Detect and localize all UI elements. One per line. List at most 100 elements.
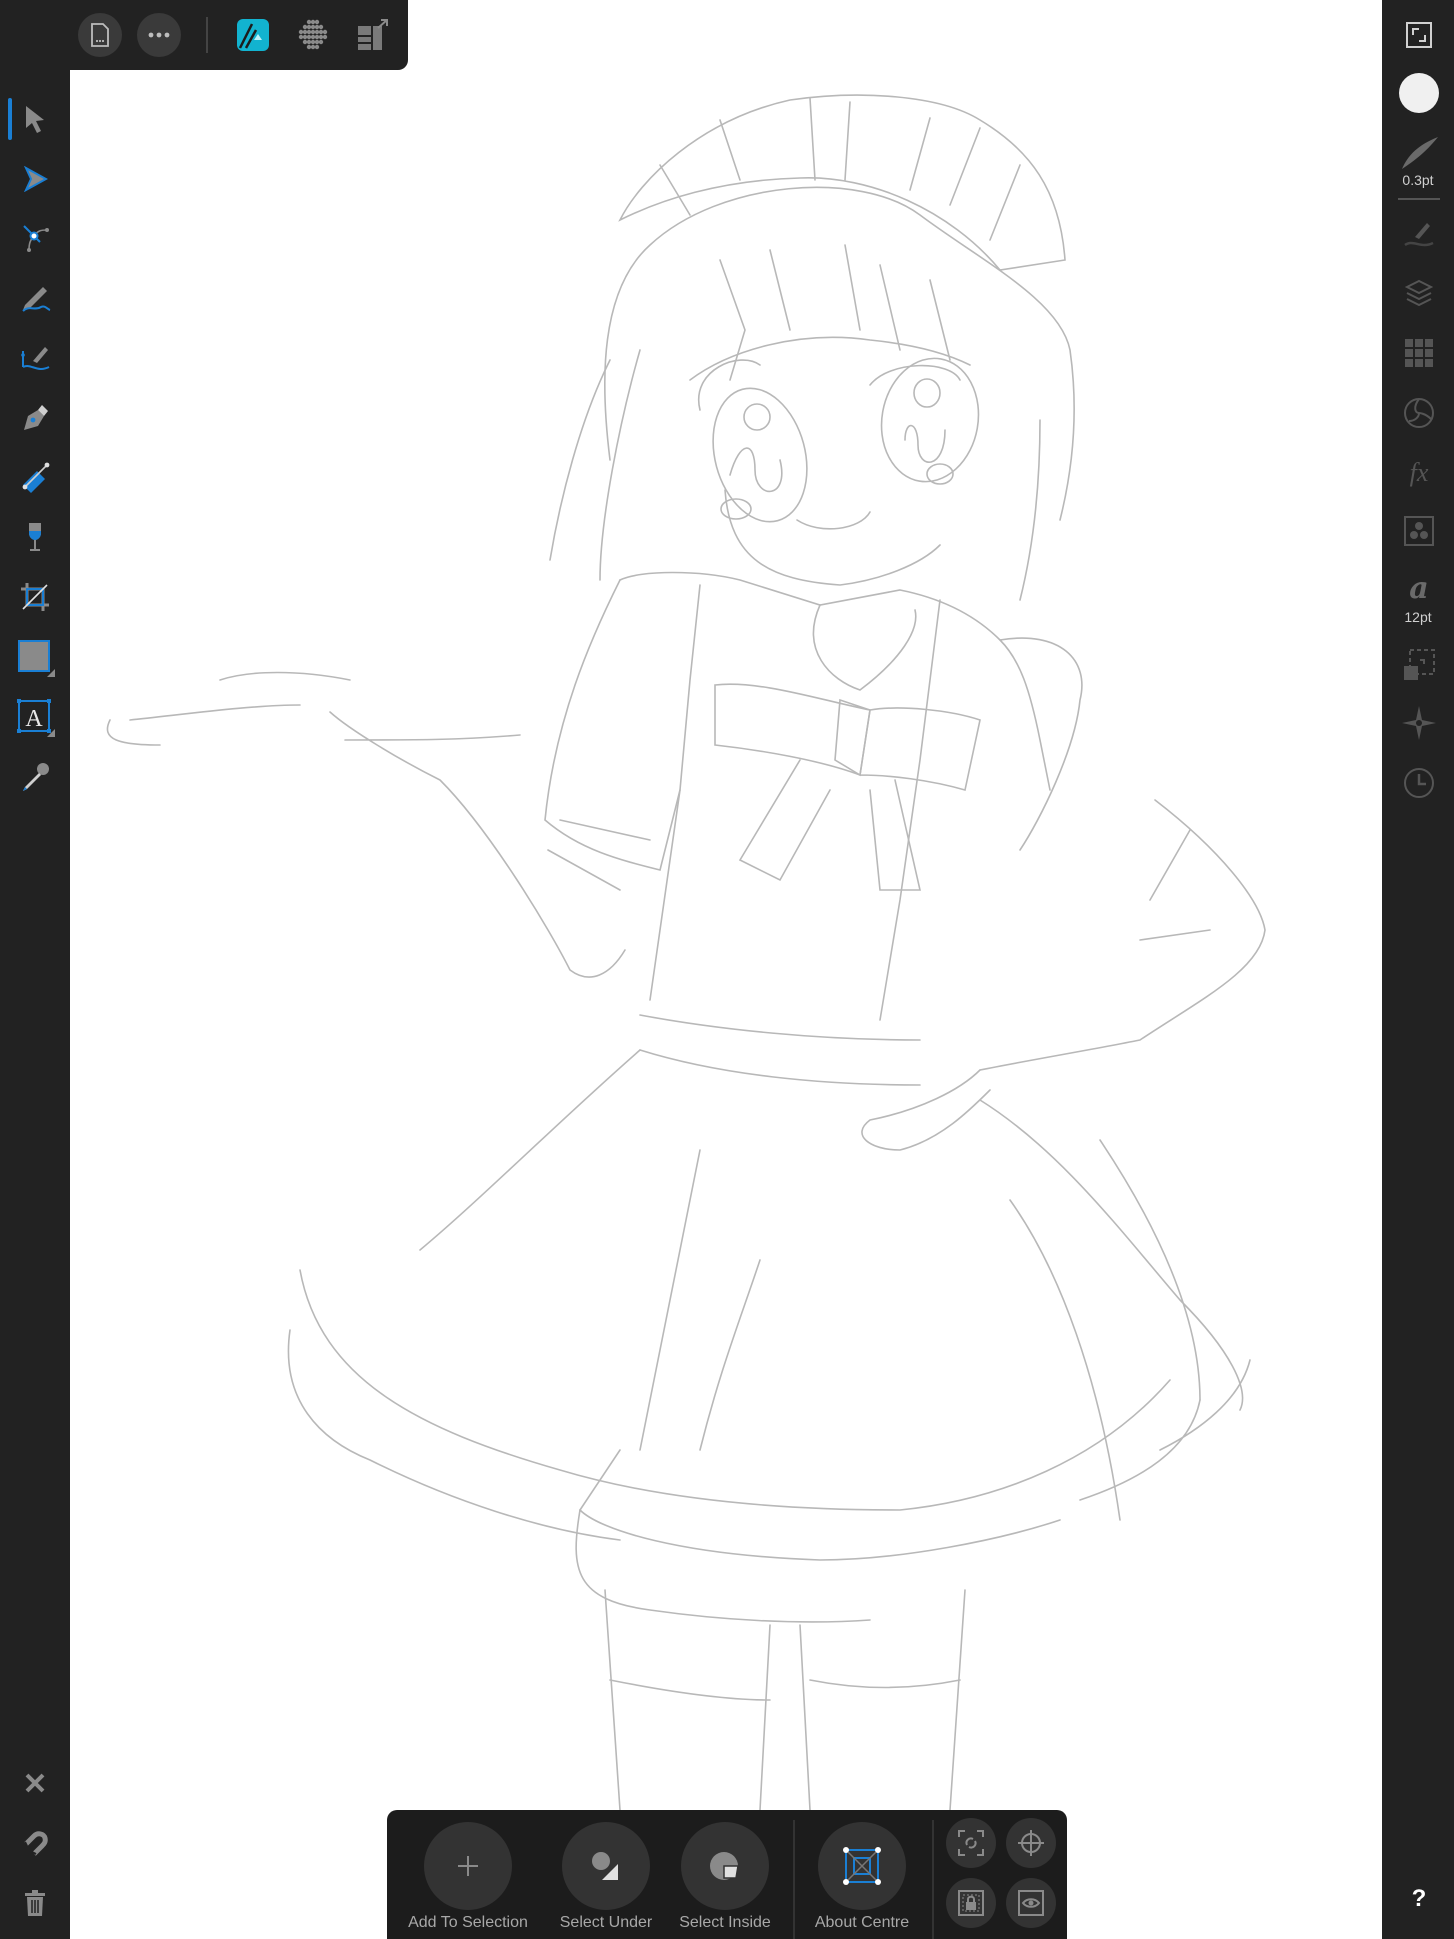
assets-button[interactable] [1398, 332, 1440, 374]
pen-tool-icon [24, 405, 48, 430]
brushes-icon [1404, 223, 1434, 247]
context-toolbar: Add To Selection Select Under Select Ins… [387, 1810, 1067, 1939]
about-centre-label: About Centre [814, 1914, 910, 1931]
lock-box-icon [958, 1890, 984, 1916]
layers-icon [1404, 279, 1434, 307]
studio-divider [1398, 198, 1440, 200]
more-icon [148, 32, 170, 38]
trash-icon [25, 1890, 45, 1916]
toolbar-divider [206, 17, 208, 53]
sketch-artwork [106, 94, 1266, 1811]
node-tool-icon [23, 166, 48, 192]
styles-button[interactable] [1398, 510, 1440, 552]
document-button[interactable] [78, 13, 122, 57]
history-button[interactable] [1398, 762, 1440, 804]
sketch-legs [604, 1589, 966, 1811]
move-tool[interactable] [14, 98, 56, 140]
brushes-button[interactable] [1398, 212, 1440, 254]
pixel-persona-button[interactable] [293, 15, 333, 55]
rotate-transform-button[interactable] [946, 1818, 996, 1868]
crop-tool[interactable] [14, 576, 56, 618]
rectangle-tool[interactable] [14, 636, 56, 678]
appearance-icon [1404, 398, 1434, 428]
fullscreen-icon [1406, 22, 1432, 48]
transparency-tool-icon [29, 523, 41, 551]
stroke-width-label: 0.3pt [1402, 172, 1434, 188]
effects-button[interactable]: fx [1398, 452, 1440, 494]
select-under-icon [592, 1852, 618, 1880]
crosshair-icon [1018, 1830, 1044, 1856]
pencil-tool-icon [22, 287, 51, 312]
export-persona-button[interactable] [353, 15, 393, 55]
stroke-icon [1402, 137, 1438, 169]
about-centre-button[interactable] [818, 1822, 906, 1910]
color-picker-tool[interactable] [14, 756, 56, 798]
sketch-bow [714, 683, 981, 792]
artistic-text-tool[interactable]: A [14, 696, 56, 738]
sketch-arm-right [979, 799, 1266, 1071]
select-under-button[interactable] [562, 1822, 650, 1910]
fill-tool-icon [22, 462, 50, 493]
snapping-button[interactable] [14, 1822, 56, 1864]
appearance-button[interactable] [1398, 392, 1440, 434]
svg-text:A: A [25, 706, 43, 732]
navigator-button[interactable] [1398, 702, 1440, 744]
vector-brush-tool[interactable] [14, 336, 56, 378]
delete-button[interactable] [14, 1882, 56, 1924]
designer-persona-icon [237, 19, 269, 51]
color-button[interactable] [1398, 72, 1440, 114]
fx-icon: fx [1409, 458, 1429, 487]
corner-tool-icon [23, 225, 49, 252]
select-inside-icon [710, 1852, 739, 1880]
close-button[interactable] [14, 1762, 56, 1804]
active-tool-indicator [8, 98, 12, 140]
export-persona-icon [358, 19, 388, 50]
sketch-eye-left [712, 387, 808, 523]
history-icon [1404, 768, 1434, 798]
close-icon [25, 1773, 45, 1793]
artistic-text-tool-icon: A [17, 699, 55, 737]
transparency-tool[interactable] [14, 516, 56, 558]
magnet-icon [24, 1831, 48, 1856]
select-inside-label: Select Inside [679, 1914, 771, 1931]
fill-tool[interactable] [14, 456, 56, 498]
lock-aspect-button[interactable] [946, 1878, 996, 1928]
text-style-icon: a [1409, 570, 1429, 606]
pen-tool[interactable] [14, 396, 56, 438]
document-canvas[interactable] [70, 0, 1382, 1939]
transform-origin-button[interactable] [1006, 1818, 1056, 1868]
more-button[interactable] [137, 13, 181, 57]
navigator-icon [1402, 706, 1436, 740]
pixel-persona-icon [298, 19, 328, 50]
help-button[interactable]: ? [1402, 1882, 1436, 1916]
about-centre-icon [843, 1847, 881, 1885]
rectangle-tool-icon [18, 640, 55, 677]
transform-button[interactable] [1398, 644, 1440, 686]
font-size-label: 12pt [1404, 609, 1432, 625]
rotate-transform-icon [958, 1830, 984, 1856]
text-style-button[interactable]: a [1398, 570, 1440, 606]
stroke-button[interactable] [1398, 132, 1440, 174]
preview-box-button[interactable] [1006, 1878, 1056, 1928]
plus-icon [458, 1856, 478, 1876]
pencil-tool[interactable] [14, 276, 56, 318]
assets-grid-icon [1405, 339, 1433, 367]
select-inside-button[interactable] [681, 1822, 769, 1910]
sketch-head [603, 186, 1075, 521]
node-tool[interactable] [14, 158, 56, 200]
add-to-selection-button[interactable] [424, 1822, 512, 1910]
context-divider [932, 1820, 934, 1939]
designer-persona-button[interactable] [233, 15, 273, 55]
tools-panel: A [0, 0, 70, 1939]
sketch-sleeve-left [544, 579, 681, 871]
move-tool-icon [26, 106, 44, 133]
sketch-skirt [419, 1049, 1244, 1411]
fullscreen-button[interactable] [1398, 14, 1440, 56]
transform-icon [1404, 649, 1435, 680]
vector-brush-tool-icon [21, 347, 50, 370]
eye-box-icon [1018, 1890, 1044, 1916]
styles-icon [1404, 516, 1434, 546]
layers-button[interactable] [1398, 272, 1440, 314]
add-to-selection-label: Add To Selection [408, 1914, 528, 1931]
corner-tool[interactable] [14, 216, 56, 258]
